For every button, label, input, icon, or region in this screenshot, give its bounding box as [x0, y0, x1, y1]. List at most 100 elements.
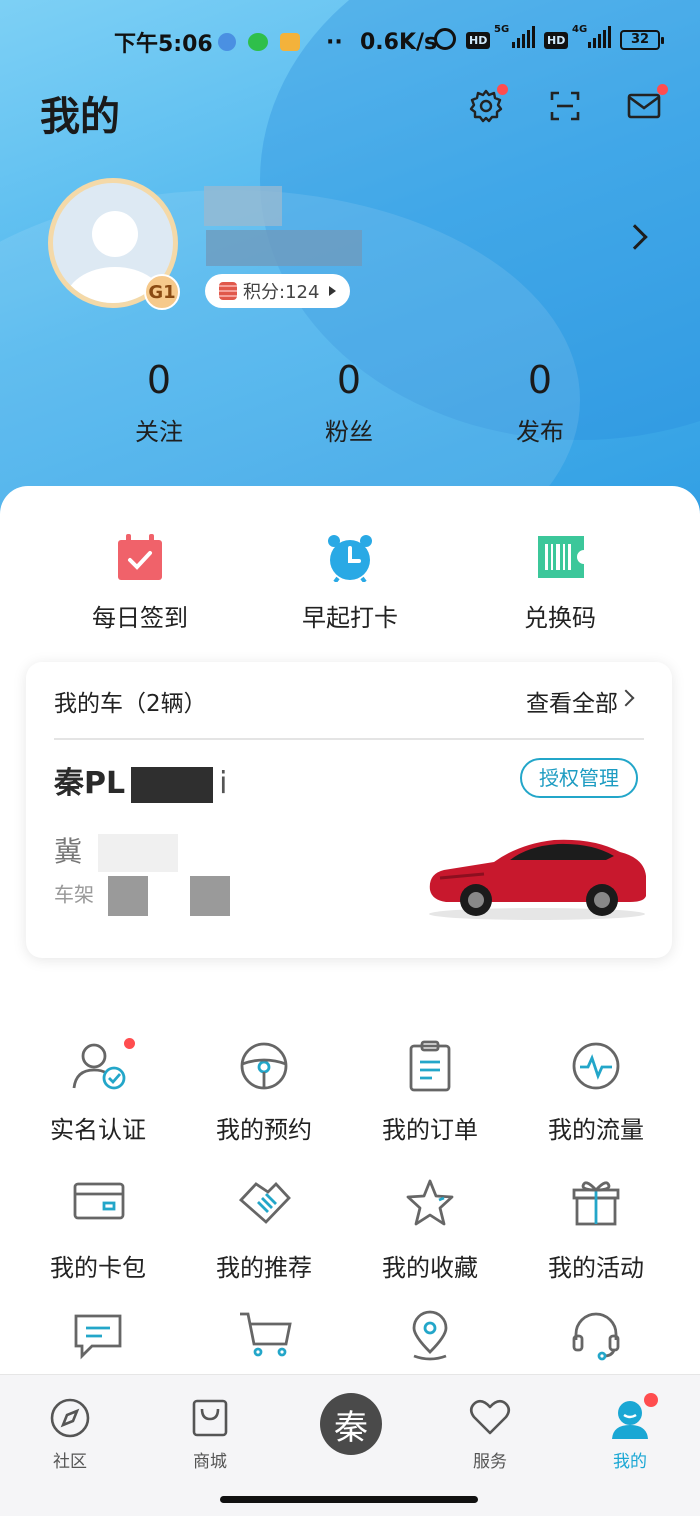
car-model-suffix: i	[219, 766, 228, 801]
headset-icon	[570, 1310, 622, 1362]
quick-early-rise[interactable]: 早起打卡	[260, 534, 440, 633]
scan-icon[interactable]	[545, 86, 585, 126]
message-badge	[657, 84, 668, 95]
status-time: 下午5:06	[114, 32, 213, 57]
car-image	[424, 830, 650, 926]
points-pill[interactable]: 积分:124	[205, 274, 351, 308]
my-car-card: 我的车（2辆） 查看全部 秦PL i 授权管理 冀 车架	[26, 662, 672, 958]
license-plate: 冀	[54, 830, 179, 872]
note-icon	[280, 33, 300, 51]
chevron-right-icon	[617, 689, 635, 707]
nav-label: 服务	[473, 1452, 507, 1472]
nav-label: 我的	[613, 1452, 647, 1472]
points-label: 积分:124	[243, 282, 320, 303]
nav-label: 商城	[193, 1452, 227, 1472]
nav-community[interactable]: 社区	[25, 1397, 115, 1472]
vin-label: 车架	[54, 882, 94, 907]
plate-redacted	[98, 834, 179, 872]
grid-my-card-wallet[interactable]: 我的卡包	[28, 1178, 168, 1283]
grid-shopping-cart[interactable]	[194, 1310, 334, 1362]
vin-redacted	[190, 876, 230, 916]
verification-badge	[124, 1038, 135, 1049]
grid-my-appointment[interactable]: 我的预约	[194, 1040, 334, 1145]
caret-right-icon	[329, 286, 337, 296]
car-model[interactable]: 秦PL i	[54, 758, 227, 803]
stat-value: 0	[527, 358, 553, 402]
grid-label: 我的订单	[382, 1116, 478, 1144]
quick-label: 早起打卡	[302, 604, 398, 632]
wechat-icon	[248, 33, 268, 51]
stat-label: 粉丝	[325, 418, 373, 446]
grid-my-favorites[interactable]: 我的收藏	[360, 1178, 500, 1283]
bottom-navigation: 社区 商城 秦 服务 我的	[0, 1374, 700, 1516]
grid-my-referral[interactable]: 我的推荐	[194, 1178, 334, 1283]
plate-prefix: 冀	[54, 835, 83, 868]
grid-customer-service[interactable]	[526, 1310, 666, 1362]
app-notification-icon	[218, 33, 236, 51]
network-speed: 0.6K/s	[360, 29, 438, 55]
alarm-icon	[434, 28, 456, 50]
grid-label: 实名认证	[50, 1116, 146, 1144]
status-notification-icons: ··	[218, 30, 343, 55]
grid-label: 我的收藏	[382, 1254, 478, 1282]
nav-mall[interactable]: 商城	[165, 1397, 255, 1472]
quick-label: 兑换码	[524, 604, 596, 632]
signal-icon	[588, 26, 611, 48]
barcode-ticket-icon	[536, 534, 584, 582]
grid-label: 我的流量	[548, 1116, 644, 1144]
view-all-link[interactable]: 查看全部	[526, 684, 618, 718]
shopping-cart-icon	[238, 1310, 292, 1362]
network-gen: 5G	[494, 24, 510, 35]
heart-icon	[469, 1397, 511, 1439]
chat-message-icon	[72, 1310, 124, 1362]
coin-icon	[219, 282, 237, 300]
alarm-clock-icon	[326, 534, 374, 584]
hd-badge: HD	[466, 32, 491, 49]
authorization-button[interactable]: 授权管理	[520, 758, 638, 798]
data-pulse-icon	[570, 1040, 622, 1092]
phone-redacted	[206, 230, 362, 266]
car-model-name: 秦PL	[54, 766, 126, 801]
mine-badge	[644, 1393, 658, 1407]
qin-logo[interactable]: 秦	[320, 1393, 382, 1455]
gift-icon	[570, 1178, 622, 1230]
stat-label: 发布	[516, 418, 564, 446]
calendar-check-icon	[116, 534, 164, 582]
level-badge: G1	[144, 274, 180, 310]
grid-label: 我的卡包	[50, 1254, 146, 1282]
compass-icon	[49, 1397, 91, 1439]
divider	[54, 738, 644, 740]
stat-posts[interactable]: 0 发布	[470, 358, 610, 447]
grid-my-orders[interactable]: 我的订单	[360, 1040, 500, 1145]
grid-my-data-usage[interactable]: 我的流量	[526, 1040, 666, 1145]
grid-my-activities[interactable]: 我的活动	[526, 1178, 666, 1283]
profile-icon	[609, 1393, 658, 1439]
stat-fans[interactable]: 0 粉丝	[279, 358, 419, 447]
quick-daily-checkin[interactable]: 每日签到	[50, 534, 230, 633]
stat-label: 关注	[135, 418, 183, 446]
handshake-icon	[238, 1178, 291, 1230]
username-redacted	[204, 186, 282, 226]
grid-feedback[interactable]	[28, 1310, 168, 1362]
grid-real-name-verification[interactable]: 实名认证	[28, 1038, 168, 1145]
stat-following[interactable]: 0 关注	[89, 358, 229, 447]
location-pin-icon	[404, 1310, 456, 1362]
network-gen: 4G	[572, 24, 588, 35]
grid-location[interactable]	[360, 1310, 500, 1362]
star-icon	[404, 1178, 456, 1230]
hd-badge: HD	[544, 32, 569, 49]
verified-user-icon	[72, 1038, 135, 1092]
shopping-bag-icon	[189, 1397, 231, 1439]
stat-value: 0	[146, 358, 172, 402]
model-redacted	[131, 766, 214, 803]
my-car-header: 我的车（2辆）	[54, 691, 207, 717]
nav-mine[interactable]: 我的	[585, 1393, 675, 1472]
more-dots-icon: ··	[326, 29, 343, 55]
card-wallet-icon	[72, 1178, 125, 1230]
page-title: 我的	[40, 94, 120, 140]
settings-icon[interactable]	[466, 84, 508, 126]
nav-service[interactable]: 服务	[445, 1397, 535, 1472]
quick-redeem-code[interactable]: 兑换码	[470, 534, 650, 633]
message-icon[interactable]	[624, 84, 668, 126]
vin-redacted	[108, 876, 148, 916]
